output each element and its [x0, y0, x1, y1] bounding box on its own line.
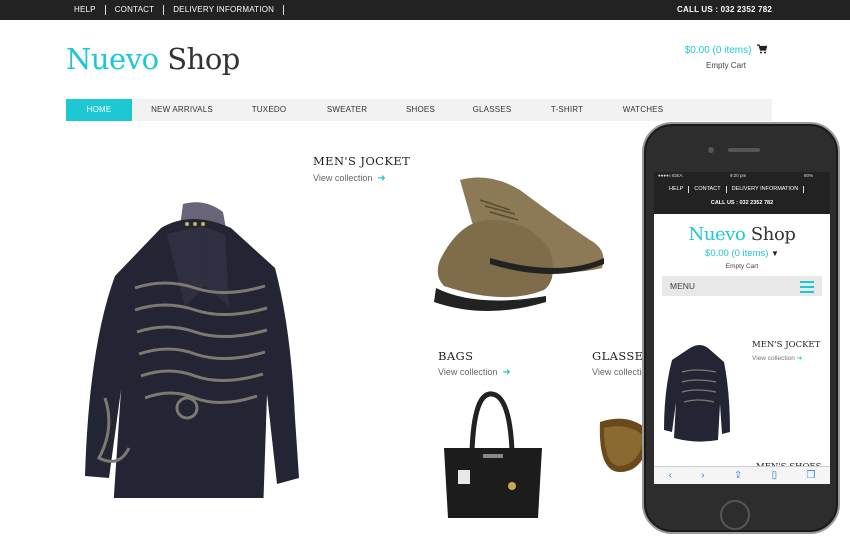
top-links: HELP CONTACT DELIVERY INFORMATION	[66, 0, 285, 20]
mobile-logo-part-1: Nuevo	[688, 224, 746, 245]
phone-mockup: ●●●●○ IDEA 9:20 pm 90% HELP CONTACT DELI…	[642, 122, 840, 534]
tabs-icon[interactable]: ❐	[806, 470, 815, 481]
nav-item-t-shirt[interactable]: T-SHIRT	[531, 99, 603, 121]
jocket-view-collection-link[interactable]: View collection ➜	[313, 173, 386, 184]
cart-icon[interactable]: ▼	[771, 249, 779, 258]
browser-toolbar: ‹ › ⇪ ▯ ❐	[654, 466, 830, 484]
top-bar: HELP CONTACT DELIVERY INFORMATION CALL U…	[0, 0, 850, 20]
arrow-right-icon: ➜	[796, 355, 803, 362]
back-icon[interactable]: ‹	[669, 470, 672, 481]
mobile-time: 9:20 pm	[730, 173, 747, 178]
home-button[interactable]	[720, 500, 750, 530]
arrow-right-icon: ➜	[377, 173, 386, 184]
mobile-cart-amount: $0.00 (0 items)	[705, 248, 769, 259]
bags-collection-title: BAGS	[438, 349, 474, 363]
mobile-jocket-title: MEN'S JOCKET	[752, 340, 821, 350]
arrow-right-icon: ➜	[502, 367, 511, 378]
bookmarks-icon[interactable]: ▯	[772, 470, 778, 481]
jacket-image[interactable]	[75, 198, 305, 521]
bag-image[interactable]	[438, 390, 548, 525]
cart-icon[interactable]	[757, 44, 768, 54]
forward-icon[interactable]: ›	[701, 470, 704, 481]
site-logo[interactable]: Nuevo Shop	[66, 42, 240, 76]
mobile-carrier: IDEA	[672, 173, 683, 178]
nav-item-watches[interactable]: WATCHES	[603, 99, 683, 121]
mobile-help-link[interactable]: HELP	[664, 186, 690, 193]
share-icon[interactable]: ⇪	[734, 470, 742, 481]
cart-summary[interactable]: $0.00 (0 items) Empty Cart	[680, 44, 772, 70]
bags-link-text: View collection	[438, 367, 498, 377]
contact-link[interactable]: CONTACT	[106, 5, 165, 15]
mobile-status-bar: ●●●●○ IDEA 9:20 pm 90%	[654, 172, 830, 180]
cart-status: Empty Cart	[705, 61, 746, 70]
nav-item-sweater[interactable]: SWEATER	[306, 99, 388, 121]
nav-item-tuxedo[interactable]: TUXEDO	[232, 99, 306, 121]
help-link[interactable]: HELP	[66, 5, 106, 15]
nav-item-new-arrivals[interactable]: NEW ARRIVALS	[132, 99, 232, 121]
call-us-text: CALL US : 032 2352 782	[677, 5, 772, 14]
mobile-delivery-link[interactable]: DELIVERY INFORMATION	[727, 186, 805, 193]
mobile-cart-status: Empty Cart	[725, 263, 759, 270]
logo-part-2: Shop	[167, 42, 240, 76]
mobile-top-bar: HELP CONTACT DELIVERY INFORMATION CALL U…	[654, 180, 830, 214]
nav-item-glasses[interactable]: GLASSES	[453, 99, 531, 121]
mobile-call-us: CALL US : 032 2352 782	[710, 200, 774, 206]
hamburger-icon[interactable]	[800, 281, 814, 296]
jocket-collection-title: MEN'S JOCKET	[313, 154, 411, 168]
cart-amount: $0.00 (0 items)	[684, 45, 752, 56]
mobile-screen: ●●●●○ IDEA 9:20 pm 90% HELP CONTACT DELI…	[654, 172, 830, 484]
nav-item-home[interactable]: HOME	[66, 99, 132, 121]
mobile-contact-link[interactable]: CONTACT	[689, 186, 727, 193]
mobile-cart[interactable]: $0.00 (0 items) ▼	[654, 248, 830, 259]
cart-amount-row: $0.00 (0 items)	[680, 44, 772, 56]
signal-icon: ●●●●○	[658, 173, 672, 178]
speaker-icon	[728, 148, 760, 152]
mobile-logo-part-2: Shop	[750, 224, 796, 245]
jocket-link-text: View collection	[313, 173, 373, 183]
mobile-menu-button[interactable]: MENU	[662, 276, 822, 296]
bags-view-collection-link[interactable]: View collection ➜	[438, 367, 511, 378]
mobile-logo[interactable]: Nuevo Shop	[654, 224, 830, 245]
camera-icon	[708, 147, 714, 153]
mobile-menu-label: MENU	[670, 281, 696, 291]
delivery-information-link[interactable]: DELIVERY INFORMATION	[164, 5, 285, 15]
nav-item-shoes[interactable]: SHOES	[388, 99, 453, 121]
mobile-jacket-image[interactable]	[664, 342, 734, 442]
shoes-image[interactable]	[430, 170, 610, 320]
mobile-jocket-link-text: View collection	[752, 355, 795, 362]
mobile-jocket-link[interactable]: View collection ➜	[752, 354, 802, 362]
main-navigation: HOME NEW ARRIVALS TUXEDO SWEATER SHOES G…	[66, 99, 772, 121]
mobile-battery: 90%	[804, 173, 814, 178]
logo-part-1: Nuevo	[66, 42, 159, 76]
